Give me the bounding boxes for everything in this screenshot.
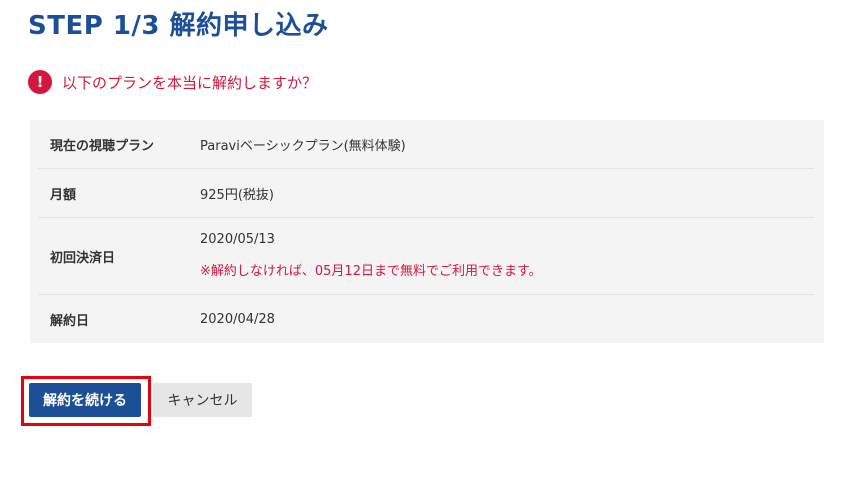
exclamation-circle-icon: ! — [28, 70, 52, 94]
current-plan-label: 現在の視聴プラン — [50, 138, 155, 154]
cancel-button[interactable]: キャンセル — [153, 383, 252, 417]
current-plan-value: Paraviベーシックプラン(無料体験) — [200, 138, 406, 154]
first-payment-label: 初回決済日 — [50, 250, 116, 266]
cancel-date-label: 解約日 — [50, 313, 90, 329]
cancel-warning: ! 以下のプランを本当に解約しますか？ — [28, 70, 317, 94]
monthly-fee-value: 925円(税抜) — [200, 187, 274, 203]
page-title: STEP 1/3 解約申し込み — [28, 11, 329, 41]
continue-cancellation-button[interactable]: 解約を続ける — [29, 383, 141, 417]
plan-row-current-plan: 現在の視聴プラン Paraviベーシックプラン(無料体験) — [38, 120, 814, 169]
plan-row-first-payment: 初回決済日 2020/05/13 ※解約しなければ、05月12日まで無料でご利用… — [38, 218, 814, 295]
warning-text: 以下のプランを本当に解約しますか？ — [62, 73, 318, 92]
plan-row-cancel-date: 解約日 2020/04/28 — [38, 295, 814, 343]
free-trial-note: ※解約しなければ、05月12日まで無料でご利用できます。 — [200, 264, 542, 279]
plan-row-monthly-fee: 月額 925円(税抜) — [38, 169, 814, 218]
first-payment-date: 2020/05/13 — [200, 232, 275, 247]
monthly-fee-label: 月額 — [50, 187, 77, 203]
cancel-date-value: 2020/04/28 — [200, 311, 275, 327]
plan-details-table: 現在の視聴プラン Paraviベーシックプラン(無料体験) 月額 925円(税抜… — [30, 120, 824, 343]
